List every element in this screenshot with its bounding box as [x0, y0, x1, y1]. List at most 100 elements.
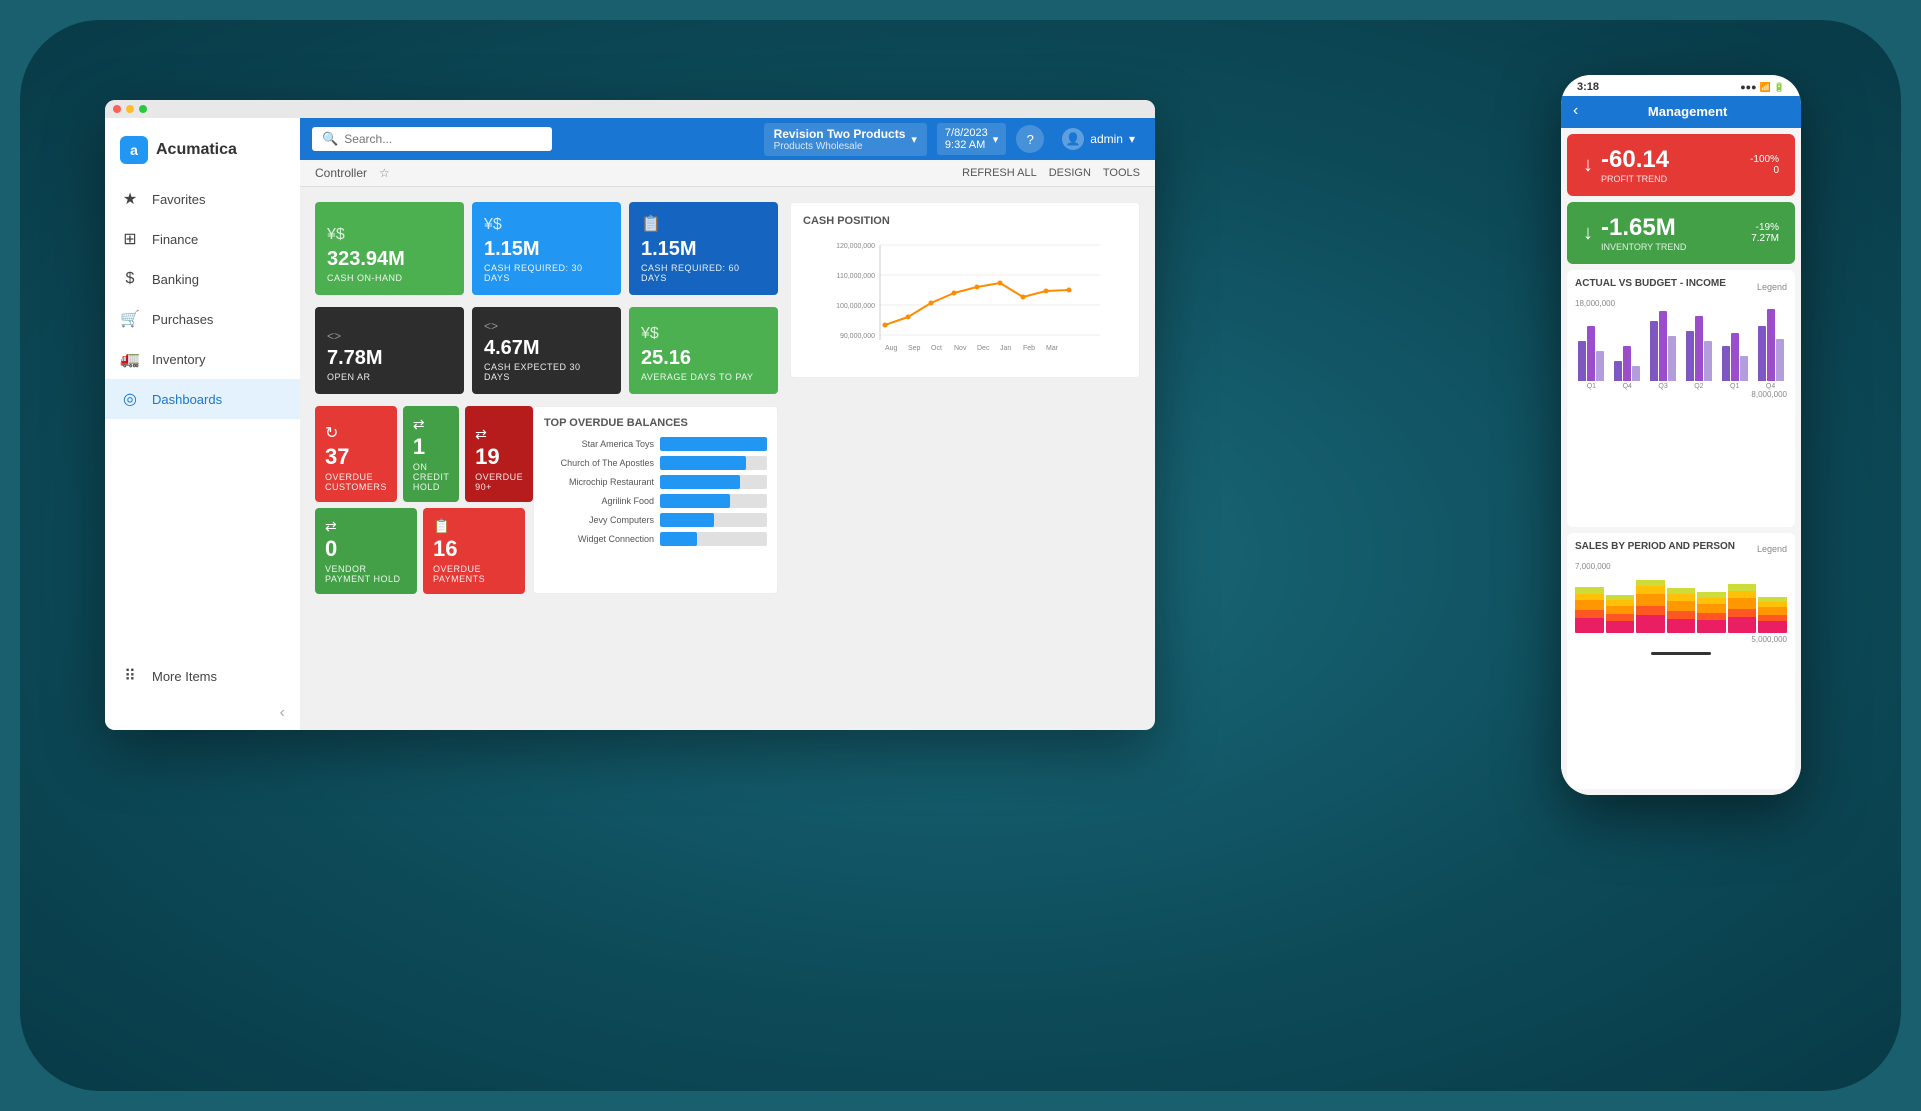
wifi-icon: 📶: [1760, 82, 1771, 93]
profit-trend-card[interactable]: ↓ -60.14 PROFIT TREND -100% 0: [1567, 134, 1795, 196]
cash-position-title: CASH POSITION: [803, 215, 1127, 227]
currency-icon-3: ¥$: [641, 325, 766, 343]
metric-open-ar[interactable]: <> 7.78M OPEN AR: [315, 307, 464, 394]
design-button[interactable]: DESIGN: [1049, 167, 1091, 179]
refresh-all-button[interactable]: REFRESH ALL: [962, 167, 1037, 179]
overdue-customers-value: 37: [325, 445, 387, 469]
top-bar: 🔍 Revision Two Products Products Wholesa…: [300, 118, 1155, 160]
bar-item-5: Widget Connection: [544, 532, 767, 546]
inventory-trend-left: ↓ -1.65M INVENTORY TREND: [1583, 214, 1686, 252]
logo-text: Acumatica: [156, 141, 237, 159]
overdue-cards-grid: ↻ 37 OVERDUE CUSTOMERS ⇄ 1 ON CREDIT HOL…: [315, 406, 525, 594]
income-bar-chart: Q1 Q4: [1575, 310, 1787, 390]
sidebar-collapse-btn[interactable]: ‹: [105, 696, 300, 730]
cash-on-hand-label: CASH ON-HAND: [327, 273, 452, 283]
bar-q1b-3: [1740, 356, 1748, 381]
close-dot[interactable]: [113, 105, 121, 113]
bar-track-5: [660, 532, 767, 546]
cash-on-hand-value: 323.94M: [327, 248, 452, 270]
open-ar-label: OPEN AR: [327, 372, 452, 382]
bar-q1-2: [1587, 326, 1595, 381]
bar-q3-1: [1650, 321, 1658, 381]
svg-text:90,000,000: 90,000,000: [840, 333, 875, 340]
sales-chart-title: SALES BY PERIOD AND PERSON: [1575, 541, 1735, 552]
inventory-trend-card[interactable]: ↓ -1.65M INVENTORY TREND -19% 7.27M: [1567, 202, 1795, 264]
sidebar-item-inventory[interactable]: 🚛 Inventory: [105, 339, 300, 379]
cart-icon: 🛒: [120, 309, 140, 329]
vendor-payment-hold-value: 0: [325, 537, 407, 561]
main-area: 🔍 Revision Two Products Products Wholesa…: [300, 118, 1155, 730]
kpi-row-1: ¥$ 323.94M CASH ON-HAND ¥$ 1.15M CASH RE…: [315, 202, 778, 295]
svg-text:Nov: Nov: [954, 345, 967, 352]
on-credit-hold-label: ON CREDIT HOLD: [413, 462, 449, 492]
help-button[interactable]: ?: [1016, 125, 1044, 153]
bar-track-4: [660, 513, 767, 527]
toolbar-actions: REFRESH ALL DESIGN TOOLS: [962, 167, 1140, 179]
vendor-payment-hold-card[interactable]: ⇄ 0 VENDOR PAYMENT HOLD: [315, 508, 417, 594]
sidebar-item-dashboards[interactable]: ◎ Dashboards: [105, 379, 300, 419]
overdue-row-1: ↻ 37 OVERDUE CUSTOMERS ⇄ 1 ON CREDIT HOL…: [315, 406, 525, 502]
date-selector[interactable]: 7/8/2023 9:32 AM ▾: [937, 123, 1006, 155]
bar-label-3: Agrilink Food: [544, 496, 654, 506]
svg-text:110,000,000: 110,000,000: [837, 273, 876, 280]
stacked-bar-6: [1728, 581, 1757, 633]
search-input[interactable]: [344, 132, 542, 146]
bar-q1-3: [1596, 351, 1604, 381]
sidebar-item-banking[interactable]: $ Banking: [105, 259, 300, 299]
bar-q3-2: [1659, 311, 1667, 381]
maximize-dot[interactable]: [139, 105, 147, 113]
code-icon-2: <>: [484, 319, 609, 333]
metric-avg-days[interactable]: ¥$ 25.16 AVERAGE DAYS TO PAY: [629, 307, 778, 394]
company-selector[interactable]: Revision Two Products Products Wholesale…: [764, 123, 927, 156]
sidebar-item-purchases[interactable]: 🛒 Purchases: [105, 299, 300, 339]
sidebar-item-finance[interactable]: ⊞ Finance: [105, 219, 300, 259]
date-value: 7/8/2023: [945, 127, 988, 139]
minimize-dot[interactable]: [126, 105, 134, 113]
mobile-phone: 3:18 ●●● 📶 🔋 ‹ Management ↓ -60.14 PROFI…: [1561, 75, 1801, 795]
sales-stacked-chart: [1575, 573, 1787, 633]
stacked-bar-7: [1758, 593, 1787, 633]
bar-track-3: [660, 494, 767, 508]
dashboard-grid: ¥$ 323.94M CASH ON-HAND ¥$ 1.15M CASH RE…: [315, 202, 1140, 594]
code-icon-1: <>: [327, 329, 452, 343]
overdue-customers-card[interactable]: ↻ 37 OVERDUE CUSTOMERS: [315, 406, 397, 502]
inventory-trend-info: -1.65M INVENTORY TREND: [1601, 214, 1686, 252]
tools-button[interactable]: TOOLS: [1103, 167, 1140, 179]
phone-back-button[interactable]: ‹: [1573, 102, 1578, 120]
inventory-down-arrow: ↓: [1583, 222, 1593, 245]
vendor-payment-hold-label: VENDOR PAYMENT HOLD: [325, 564, 407, 584]
profit-trend-info: -60.14 PROFIT TREND: [1601, 146, 1669, 184]
overdue-90-card[interactable]: ⇄ 19 OVERDUE 90+: [465, 406, 533, 502]
grid-icon: ⊞: [120, 229, 140, 249]
search-box[interactable]: 🔍: [312, 127, 552, 151]
overdue-payments-card[interactable]: 📋 16 OVERDUE PAYMENTS: [423, 508, 525, 594]
kpi-cash-on-hand[interactable]: ¥$ 323.94M CASH ON-HAND: [315, 202, 464, 295]
phone-icons: ●●● 📶 🔋: [1740, 82, 1785, 93]
stacked-bar-3: [1636, 578, 1665, 633]
bar-q2-1: [1686, 331, 1694, 381]
metric-cash-expected[interactable]: <> 4.67M CASH EXPECTED 30 DAYS: [472, 307, 621, 394]
favorite-star-icon[interactable]: ☆: [379, 166, 390, 180]
sidebar: a Acumatica ★ Favorites ⊞ Finance $ Bank…: [105, 118, 300, 730]
user-selector[interactable]: 👤 admin ▾: [1054, 124, 1143, 154]
on-credit-hold-value: 1: [413, 435, 449, 459]
company-chevron-icon: ▾: [911, 133, 917, 146]
svg-text:Sep: Sep: [908, 345, 921, 352]
bar-track-2: [660, 475, 767, 489]
on-credit-hold-card[interactable]: ⇄ 1 ON CREDIT HOLD: [403, 406, 459, 502]
currency-icon-1: ¥$: [327, 226, 452, 244]
kpi-cash-required-30[interactable]: ¥$ 1.15M CASH REQUIRED: 30 DAYS: [472, 202, 621, 295]
profit-trend-label: PROFIT TREND: [1601, 174, 1669, 184]
overdue-90-value: 19: [475, 445, 523, 469]
cash-position-section: CASH POSITION: [790, 202, 1140, 378]
kpi-cash-required-60[interactable]: 📋 1.15M CASH REQUIRED: 60 DAYS: [629, 202, 778, 295]
bar-q1b-1: [1722, 346, 1730, 381]
company-name: Revision Two Products: [774, 127, 906, 141]
profit-trend-change: -100% 0: [1750, 154, 1779, 176]
sidebar-item-more[interactable]: ⠿ More Items: [105, 656, 300, 696]
svg-text:120,000,000: 120,000,000: [836, 243, 875, 250]
sidebar-item-favorites[interactable]: ★ Favorites: [105, 179, 300, 219]
user-chevron-icon: ▾: [1129, 132, 1135, 146]
svg-text:Dec: Dec: [977, 345, 990, 352]
bar-q4-3: [1632, 366, 1640, 381]
